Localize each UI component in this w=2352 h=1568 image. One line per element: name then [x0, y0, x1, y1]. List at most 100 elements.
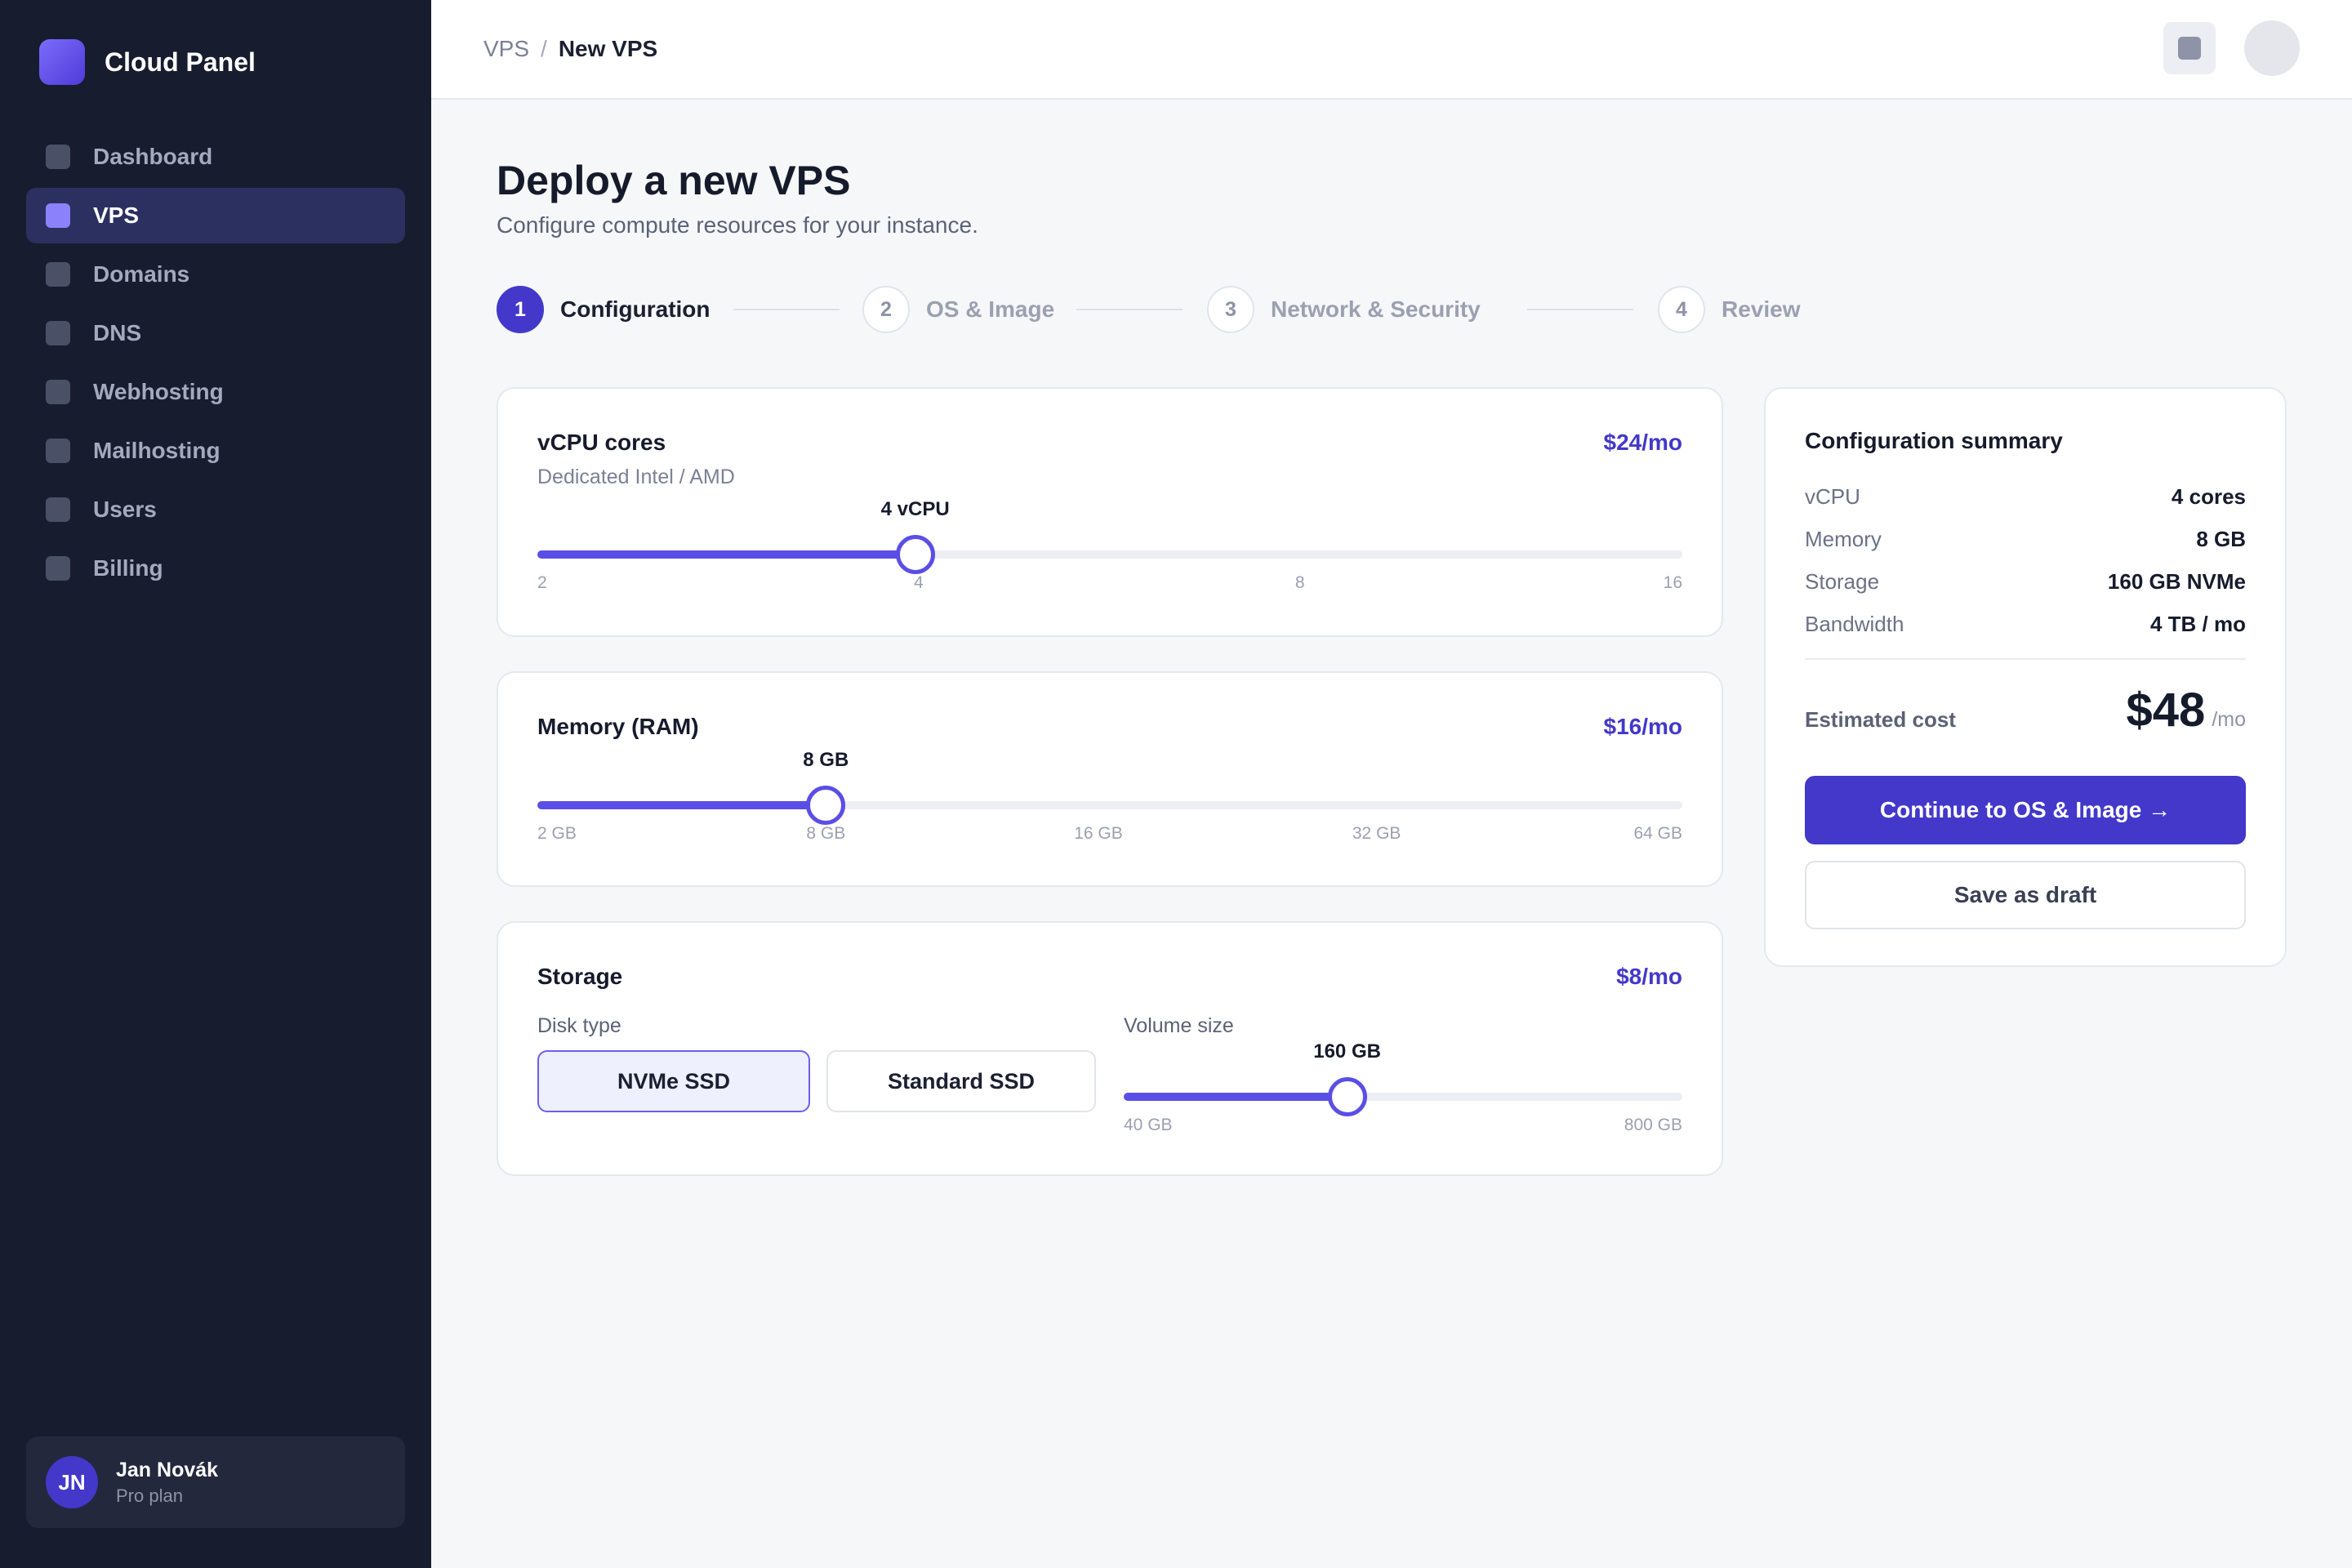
summary-value: 160 GB NVMe	[2107, 568, 2246, 594]
vps-icon	[46, 203, 70, 228]
sidebar-item-label: Users	[93, 497, 157, 522]
slider-tick: 40 GB	[1124, 1116, 1173, 1134]
breadcrumb-separator: /	[541, 36, 547, 61]
storage-title: Storage	[537, 964, 623, 989]
sidebar-item-label: VPS	[93, 203, 140, 228]
brand-logo-icon	[39, 39, 85, 85]
sidebar-item-billing[interactable]: Billing	[26, 541, 405, 596]
top-header: VPS / New VPS	[431, 0, 2352, 100]
disk-option-standard[interactable]: Standard SSD	[826, 1050, 1096, 1112]
memory-value-label: 8 GB	[803, 749, 849, 771]
volume-slider-thumb[interactable]	[1327, 1077, 1367, 1116]
memory-slider-thumb[interactable]	[806, 786, 846, 825]
summary-value: 4 TB / mo	[2149, 611, 2246, 636]
user-name: Jan Novák	[116, 1458, 219, 1481]
slider-tick: 8	[1294, 573, 1305, 592]
sidebar-item-webhosting[interactable]: Webhosting	[26, 364, 405, 420]
avatar: JN	[46, 1456, 98, 1508]
breadcrumb-root-link[interactable]: VPS	[483, 36, 529, 62]
slider-tick: 32 GB	[1352, 824, 1401, 843]
save-draft-button[interactable]: Save as draft	[1805, 861, 2246, 929]
disk-type-label: Disk type	[537, 1014, 621, 1037]
step-label: Configuration	[560, 296, 710, 322]
step-connector	[1076, 309, 1183, 310]
sidebar-item-label: Billing	[93, 555, 163, 581]
vcpu-title: vCPU cores	[537, 430, 666, 455]
slider-fill	[537, 550, 915, 559]
slider-tick: 16	[1663, 573, 1682, 592]
page-title: Deploy a new VPS	[497, 158, 851, 203]
memory-card: Memory (RAM) $16/mo 8 GB 2 GB 8 GB 16 GB…	[497, 671, 1723, 887]
memory-title: Memory (RAM)	[537, 714, 699, 739]
sidebar-item-label: Dashboard	[93, 144, 213, 169]
slider-tick: 16 GB	[1074, 824, 1123, 843]
sidebar-item-mailhosting[interactable]: Mailhosting	[26, 423, 405, 479]
storage-card: Storage $8/mo Disk type NVMe SSD Standar…	[497, 921, 1723, 1176]
vcpu-card: vCPU cores $24/mo Dedicated Intel / AMD …	[497, 387, 1723, 637]
user-card[interactable]: JN Jan Novák Pro plan	[26, 1437, 405, 1528]
step-os-image[interactable]: 2 OS & Image	[862, 286, 1054, 333]
step-label: OS & Image	[926, 296, 1055, 322]
summary-row-vcpu: vCPU 4 cores	[1805, 480, 2246, 513]
step-number: 3	[1207, 286, 1254, 333]
breadcrumb: VPS / New VPS	[483, 36, 657, 62]
summary-card: Configuration summary vCPU 4 cores Memor…	[1764, 387, 2287, 967]
vcpu-slider-thumb[interactable]	[895, 535, 935, 574]
billing-icon	[46, 556, 70, 581]
step-review[interactable]: 4 Review	[1658, 286, 1801, 333]
header-avatar[interactable]	[2244, 20, 2300, 76]
sidebar: Cloud Panel Dashboard VPS Domains DNS We…	[0, 0, 431, 1568]
summary-row-storage: Storage 160 GB NVMe	[1805, 565, 2246, 598]
summary-row-memory: Memory 8 GB	[1805, 523, 2246, 555]
dashboard-icon	[46, 145, 70, 169]
volume-value-label: 160 GB	[1313, 1040, 1381, 1062]
step-network-security[interactable]: 3 Network & Security	[1207, 286, 1481, 333]
continue-button[interactable]: Continue to OS & Image →	[1805, 776, 2246, 844]
sidebar-item-label: Mailhosting	[93, 438, 220, 463]
user-text: Jan Novák Pro plan	[116, 1459, 218, 1507]
sidebar-nav: Dashboard VPS Domains DNS Webhosting Mai…	[26, 129, 405, 599]
sidebar-item-dashboard[interactable]: Dashboard	[26, 129, 405, 185]
sidebar-item-domains[interactable]: Domains	[26, 247, 405, 302]
estimated-cost: $48 /mo	[2127, 683, 2246, 737]
sidebar-item-users[interactable]: Users	[26, 482, 405, 537]
webhosting-icon	[46, 380, 70, 404]
sidebar-item-label: Domains	[93, 261, 190, 287]
estimated-cost-value: $48	[2126, 684, 2206, 737]
slider-fill	[1124, 1093, 1348, 1101]
summary-key: Bandwidth	[1805, 611, 1904, 636]
sidebar-item-vps[interactable]: VPS	[26, 188, 405, 243]
mailhosting-icon	[46, 439, 70, 463]
storage-price: $8/mo	[1616, 964, 1682, 989]
summary-divider	[1805, 658, 2246, 660]
user-plan: Pro plan	[116, 1485, 183, 1506]
summary-value: 8 GB	[2196, 526, 2246, 551]
disk-option-nvme[interactable]: NVMe SSD	[537, 1050, 810, 1112]
summary-key: Storage	[1805, 568, 1880, 594]
brand[interactable]: Cloud Panel	[39, 39, 256, 85]
estimated-cost-unit: /mo	[2212, 708, 2246, 731]
summary-value: 4 cores	[2171, 483, 2246, 509]
vcpu-price: $24/mo	[1603, 430, 1683, 455]
domains-icon	[46, 262, 70, 287]
dns-icon	[46, 321, 70, 345]
sidebar-item-label: DNS	[93, 320, 142, 345]
users-icon	[46, 497, 70, 522]
page-subtitle: Configure compute resources for your ins…	[497, 212, 978, 238]
stepper: 1 Configuration 2 OS & Image 3 Network &…	[497, 286, 1801, 335]
summary-row-bandwidth: Bandwidth 4 TB / mo	[1805, 608, 2246, 640]
slider-tick: 800 GB	[1624, 1116, 1682, 1134]
memory-price: $16/mo	[1603, 714, 1683, 739]
volume-size-label: Volume size	[1124, 1014, 1234, 1037]
slider-tick: 2 GB	[537, 824, 577, 843]
step-connector	[733, 309, 840, 310]
summary-title: Configuration summary	[1805, 428, 2063, 453]
slider-tick: 8 GB	[806, 824, 846, 843]
vcpu-subtitle: Dedicated Intel / AMD	[537, 466, 735, 488]
sidebar-item-dns[interactable]: DNS	[26, 305, 405, 361]
header-action-button[interactable]	[2163, 22, 2216, 74]
brand-name: Cloud Panel	[105, 47, 256, 77]
step-label: Network & Security	[1271, 296, 1481, 322]
step-configuration[interactable]: 1 Configuration	[497, 286, 710, 333]
step-label: Review	[1722, 296, 1801, 322]
